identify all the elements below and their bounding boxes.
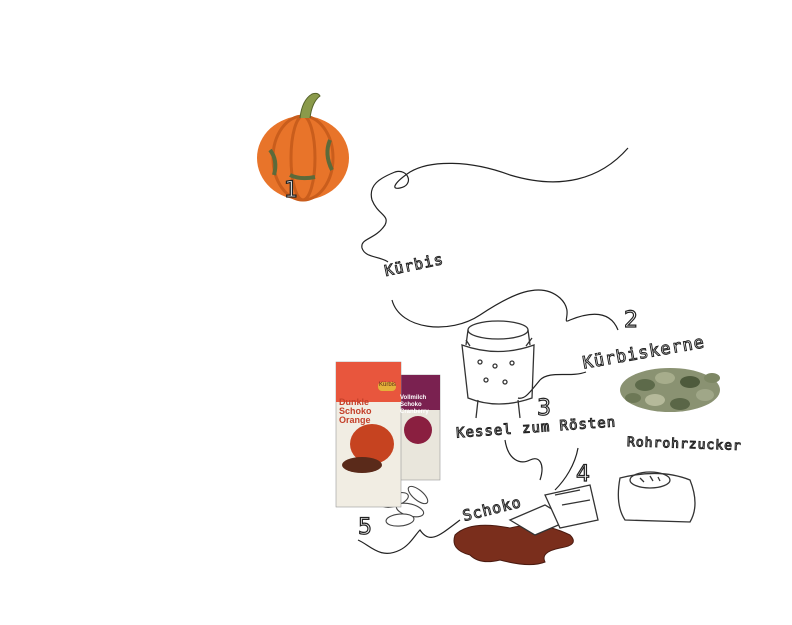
chocolate-puddle bbox=[453, 524, 574, 566]
package-front-text: Dunkle Schoko Orange bbox=[339, 398, 401, 425]
package-back-line2: Cranberry bbox=[400, 409, 429, 415]
step-number-5: 5 bbox=[357, 514, 372, 540]
package-front-line2: Orange bbox=[339, 415, 371, 425]
package-back-line1: Vollmilch Schoko bbox=[400, 395, 427, 408]
step-number-4: 4 bbox=[575, 461, 590, 487]
pumpkin-illustration bbox=[257, 92, 349, 202]
package-front-line1: Dunkle Schoko bbox=[339, 397, 372, 416]
product-package-back bbox=[397, 374, 441, 481]
diagram: 1 2 3 4 5 Kürbis Kürbiskerne Kessel zum … bbox=[0, 0, 792, 621]
step-number-2: 2 bbox=[623, 307, 638, 333]
package-back-text: Vollmilch Schoko Cranberry bbox=[400, 395, 440, 416]
package-front-brand: Kürbis bbox=[379, 382, 397, 388]
step-number-3: 3 bbox=[536, 395, 551, 421]
diagram-canvas bbox=[257, 92, 720, 566]
roasting-kettle-drawing bbox=[461, 320, 535, 419]
step-number-1: 1 bbox=[283, 177, 298, 203]
pumpkin-seeds-pile bbox=[620, 368, 720, 412]
sugar-sack-drawing bbox=[617, 471, 696, 523]
